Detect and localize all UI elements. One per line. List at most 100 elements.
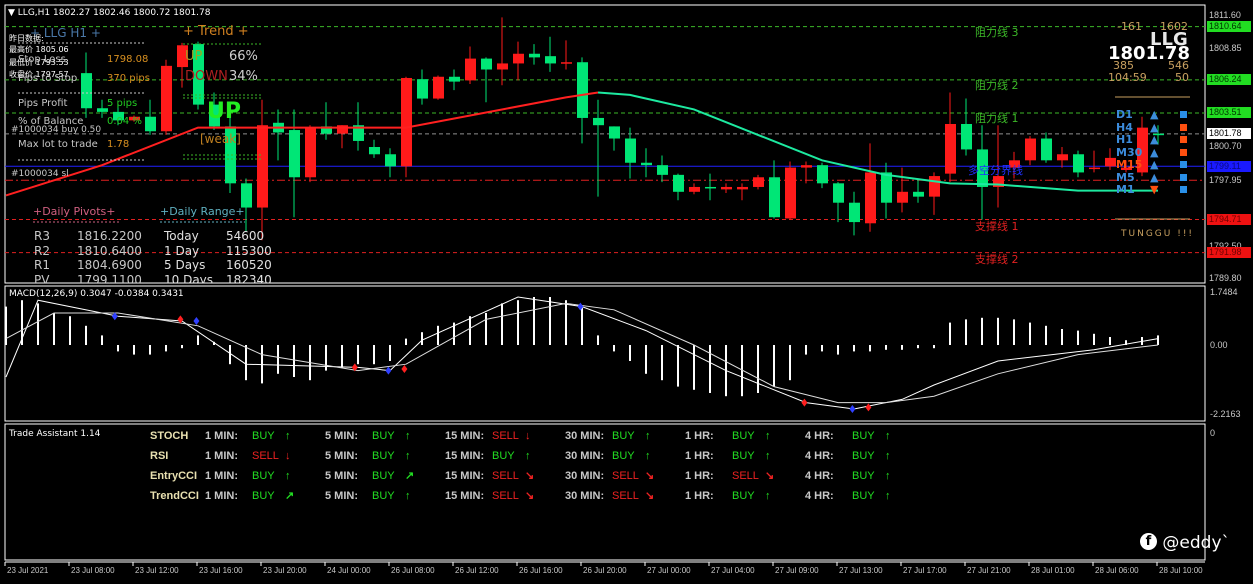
signal-value: BUY <box>372 430 395 442</box>
status-text: TUNGGU !!! <box>1121 229 1195 239</box>
arrow-down-right-icon: ↘ <box>765 470 775 482</box>
candle <box>561 40 572 70</box>
time-label: 28 Jul 06:00 <box>1095 566 1139 575</box>
candle-body <box>897 191 908 203</box>
timeframe-label: 1 HR: <box>685 450 714 462</box>
candle-body <box>545 56 556 64</box>
candle <box>1041 132 1052 163</box>
trade-assistant-title: Trade Assistant 1.14 <box>9 429 101 439</box>
arrow-up-icon: ↑ <box>765 490 771 502</box>
info-a: -161 <box>1117 20 1142 33</box>
ta-axis-zero: 0 <box>1210 428 1216 438</box>
candle-body <box>673 174 684 192</box>
candle <box>721 183 732 194</box>
macd-cross-marker <box>401 365 408 373</box>
candle <box>1089 150 1100 173</box>
candle <box>465 46 476 85</box>
candle <box>705 173 716 201</box>
macd-panel-frame <box>4 285 1206 422</box>
signal-value: BUY <box>372 490 395 502</box>
candle <box>865 143 876 232</box>
pivot-name: R1 <box>34 258 50 272</box>
candle <box>337 125 348 149</box>
timeframe-label: 1 HR: <box>685 470 714 482</box>
candle-body <box>481 58 492 70</box>
timeframe-label: M30 <box>1116 145 1143 159</box>
price-axis-label: 1789.80 <box>1209 273 1242 284</box>
candle-body <box>705 186 716 189</box>
macd-cross-marker <box>193 317 200 325</box>
timeframe-label: M15 <box>1116 158 1143 171</box>
indicator-name: STOCH <box>150 430 189 442</box>
time-label: 26 Jul 20:00 <box>583 566 627 575</box>
candle <box>657 155 668 183</box>
macd-axis-max: 1.7484 <box>1210 287 1238 297</box>
timeframe-label: 4 HR: <box>805 470 834 482</box>
signal-value: BUY <box>732 430 755 442</box>
candle-body <box>1073 154 1084 173</box>
time-label: 26 Jul 08:00 <box>391 566 435 575</box>
signal-value: SELL <box>492 430 519 442</box>
macd-axis-zero: 0.00 <box>1210 340 1228 350</box>
candle <box>609 126 620 151</box>
timeframe-label: 30 MIN: <box>565 430 605 442</box>
time-label: 28 Jul 01:00 <box>1031 566 1075 575</box>
time-label: 26 Jul 16:00 <box>519 566 563 575</box>
range-value: 160520 <box>226 258 272 272</box>
price-axis-tag: 1810.64 <box>1207 21 1251 33</box>
arrow-up-icon: ↑ <box>885 470 891 482</box>
arrow-up-icon: ↑ <box>885 490 891 502</box>
price-axis-label: 1800.70 <box>1209 141 1242 152</box>
arrow-up-icon: ↑ <box>645 450 651 462</box>
candle-body <box>513 53 524 64</box>
timeframe-label: 5 MIN: <box>325 470 358 482</box>
candle <box>305 125 316 183</box>
candle <box>1025 136 1036 166</box>
timeframe-label: 4 HR: <box>805 430 834 442</box>
candle-body <box>737 186 748 190</box>
range-name: Today <box>164 229 199 243</box>
arrow-up-icon: ↑ <box>645 430 651 442</box>
arrow-up-icon: ↑ <box>525 450 531 462</box>
pivot-name: R3 <box>34 229 50 243</box>
candle-body <box>1089 167 1100 170</box>
signal-value: SELL <box>612 490 639 502</box>
timeframe-label: 1 MIN: <box>205 490 238 502</box>
signal-value: BUY <box>372 450 395 462</box>
time-label: 23 Jul 16:00 <box>199 566 243 575</box>
candle-body <box>913 191 924 197</box>
status-square-icon <box>1180 161 1187 168</box>
timeframe-label: 15 MIN: <box>445 490 485 502</box>
time-label: 27 Jul 00:00 <box>647 566 691 575</box>
candle-body <box>609 126 620 139</box>
price-axis-tag: 1799.11 <box>1207 160 1251 172</box>
indicator-name: RSI <box>150 450 169 462</box>
timeframe-label: 1 HR: <box>685 490 714 502</box>
macd-cross-marker <box>849 405 856 413</box>
candle-body <box>1105 157 1116 167</box>
signal-value: BUY <box>492 450 515 462</box>
timeframe-label: 1 MIN: <box>205 430 238 442</box>
signal-value: BUY <box>252 470 275 482</box>
candle-body <box>753 177 764 187</box>
arrow-down-icon: ↓ <box>525 430 531 442</box>
candle <box>849 191 860 236</box>
timeframe-label: 1 MIN: <box>205 450 238 462</box>
arrow-up-icon: ▲ <box>1150 145 1159 159</box>
support-2-label: 支撑线 2 <box>975 253 1019 266</box>
arrow-up-icon: ▲ <box>1150 170 1159 184</box>
price-axis-tag: 1803.51 <box>1207 107 1251 119</box>
macd-axis-min: -2.2163 <box>1210 409 1241 419</box>
arrow-down-right-icon: ↘ <box>525 490 535 502</box>
info-timer: 104:59 <box>1108 71 1147 84</box>
watermark-text: @eddy` <box>1162 533 1231 553</box>
candle-body <box>449 76 460 82</box>
candle-body <box>337 125 348 134</box>
signal-value: BUY <box>612 450 635 462</box>
arrow-up-icon: ↑ <box>765 430 771 442</box>
arrow-up-icon: ↑ <box>765 450 771 462</box>
candle <box>897 167 908 213</box>
pivot-name: R2 <box>34 243 50 258</box>
price-axis-label: 1808.85 <box>1209 42 1242 53</box>
candle <box>785 161 796 220</box>
